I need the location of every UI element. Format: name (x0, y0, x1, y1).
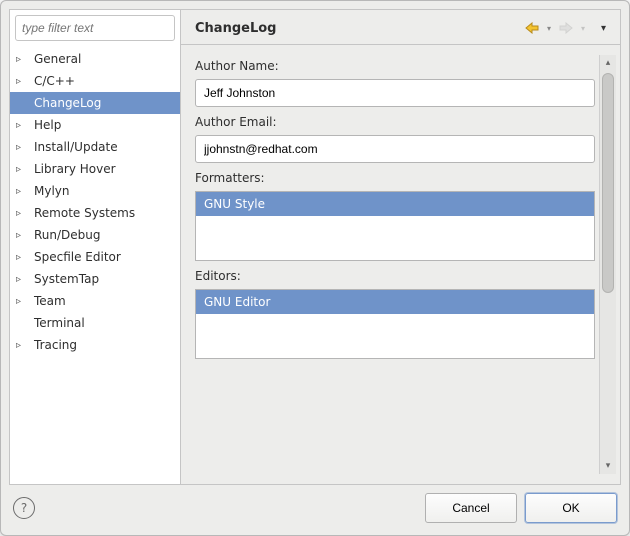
scroll-thumb[interactable] (602, 73, 614, 293)
expand-icon[interactable]: ▹ (16, 274, 28, 285)
nav-back-icon[interactable] (523, 20, 541, 36)
expand-icon[interactable]: ▹ (16, 120, 28, 131)
sidebar: ▹General▹C/C++ChangeLog▹Help▹Install/Upd… (9, 9, 181, 485)
button-bar: ? Cancel OK (1, 485, 629, 535)
help-icon[interactable]: ? (13, 497, 35, 519)
tree-item[interactable]: ▹C/C++ (10, 70, 180, 92)
formatters-listbox[interactable]: GNU Style (195, 191, 595, 261)
expand-icon[interactable]: ▹ (16, 186, 28, 197)
filter-box[interactable] (15, 15, 175, 41)
content-scrollbar[interactable]: ▴ ▾ (599, 55, 616, 474)
main-area: ▹General▹C/C++ChangeLog▹Help▹Install/Upd… (9, 9, 621, 485)
expand-icon[interactable]: ▹ (16, 296, 28, 307)
cancel-button[interactable]: Cancel (425, 493, 517, 523)
tree-item-label: Team (28, 294, 66, 308)
list-item[interactable]: GNU Editor (196, 290, 594, 314)
nav-forward-icon (557, 20, 575, 36)
tree-item[interactable]: ▹Run/Debug (10, 224, 180, 246)
tree-item-label: Terminal (28, 316, 85, 330)
form-column: Author Name: Author Email: Formatters: G… (195, 55, 599, 474)
tree-item-label: Remote Systems (28, 206, 135, 220)
editors-label: Editors: (195, 269, 595, 283)
category-tree[interactable]: ▹General▹C/C++ChangeLog▹Help▹Install/Upd… (10, 46, 180, 484)
tree-item[interactable]: ▹SystemTap (10, 268, 180, 290)
tree-item-label: C/C++ (28, 74, 75, 88)
tree-item[interactable]: ▹Help (10, 114, 180, 136)
tree-item-label: General (28, 52, 81, 66)
author-email-label: Author Email: (195, 115, 595, 129)
ok-button[interactable]: OK (525, 493, 617, 523)
expand-icon[interactable]: ▹ (16, 164, 28, 175)
expand-icon[interactable]: ▹ (16, 230, 28, 241)
content-body: Author Name: Author Email: Formatters: G… (181, 44, 620, 484)
tree-item-label: Run/Debug (28, 228, 101, 242)
author-name-input[interactable] (195, 79, 595, 107)
formatters-label: Formatters: (195, 171, 595, 185)
filter-input[interactable] (20, 20, 181, 36)
tree-item[interactable]: ▹Team (10, 290, 180, 312)
expand-icon[interactable]: ▹ (16, 340, 28, 351)
nav-icons: ▾ ▾ ▾ (523, 20, 608, 36)
tree-item[interactable]: Terminal (10, 312, 180, 334)
preferences-dialog: ▹General▹C/C++ChangeLog▹Help▹Install/Upd… (0, 0, 630, 536)
tree-item[interactable]: ▹Tracing (10, 334, 180, 356)
editors-listbox[interactable]: GNU Editor (195, 289, 595, 359)
tree-item-label: Library Hover (28, 162, 116, 176)
nav-forward-menu-icon: ▾ (579, 24, 587, 33)
expand-icon[interactable]: ▹ (16, 142, 28, 153)
scroll-down-icon[interactable]: ▾ (600, 458, 616, 474)
author-name-label: Author Name: (195, 59, 595, 73)
tree-item[interactable]: ▹Install/Update (10, 136, 180, 158)
dialog-buttons: Cancel OK (425, 493, 617, 523)
tree-item[interactable]: ▹General (10, 48, 180, 70)
tree-item-label: Specfile Editor (28, 250, 121, 264)
tree-item-label: ChangeLog (28, 96, 101, 110)
tree-item[interactable]: ▹Library Hover (10, 158, 180, 180)
tree-item[interactable]: ▹Mylyn (10, 180, 180, 202)
tree-item[interactable]: ▹Specfile Editor (10, 246, 180, 268)
tree-item[interactable]: ChangeLog (10, 92, 180, 114)
tree-item-label: Tracing (28, 338, 77, 352)
scroll-up-icon[interactable]: ▴ (600, 55, 616, 71)
tree-item-label: SystemTap (28, 272, 99, 286)
page-title: ChangeLog (195, 21, 276, 36)
filter-wrap (10, 10, 180, 46)
expand-icon[interactable]: ▹ (16, 54, 28, 65)
expand-icon[interactable]: ▹ (16, 252, 28, 263)
tree-item-label: Mylyn (28, 184, 70, 198)
expand-icon[interactable]: ▹ (16, 76, 28, 87)
list-item[interactable]: GNU Style (196, 192, 594, 216)
nav-back-menu-icon[interactable]: ▾ (545, 24, 553, 33)
content-header: ChangeLog ▾ ▾ ▾ (181, 10, 620, 44)
expand-icon[interactable]: ▹ (16, 208, 28, 219)
tree-item[interactable]: ▹Remote Systems (10, 202, 180, 224)
tree-item-label: Install/Update (28, 140, 118, 154)
tree-item-label: Help (28, 118, 61, 132)
view-menu-icon[interactable]: ▾ (599, 23, 608, 34)
content-panel: ChangeLog ▾ ▾ ▾ (181, 9, 621, 485)
author-email-input[interactable] (195, 135, 595, 163)
